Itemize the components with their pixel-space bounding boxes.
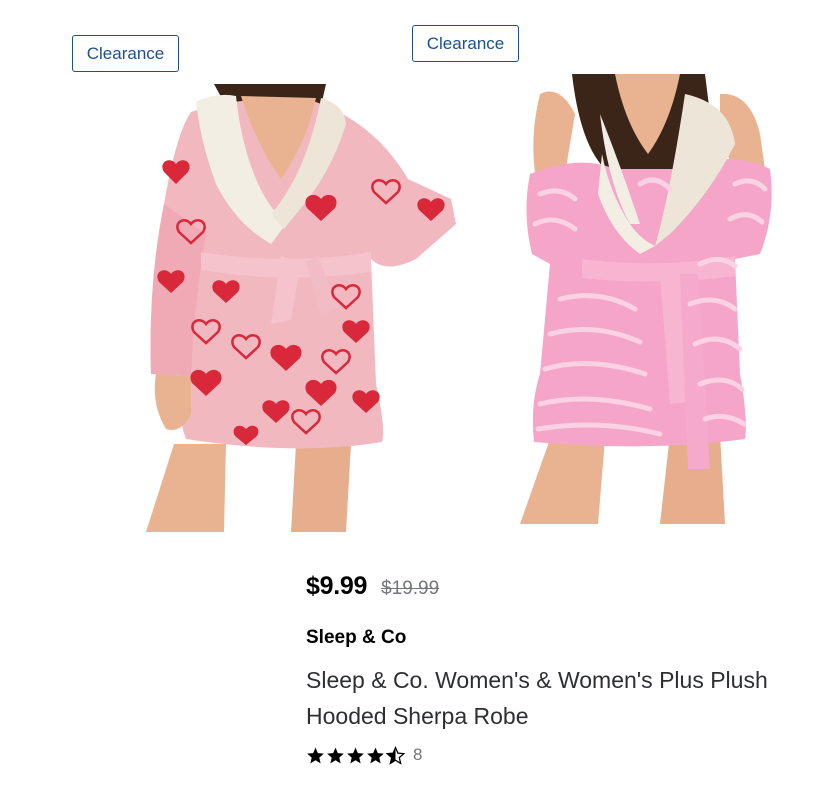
star-icon [367,747,384,763]
clearance-badge: Clearance [412,25,519,62]
product-image-heart-robe[interactable] [146,84,466,532]
star-icon [347,747,364,763]
clearance-badge: Clearance [72,35,179,72]
was-price: $19.99 [381,578,440,599]
review-count: 8 [413,745,423,764]
star-half-icon [386,745,405,765]
rating: 8 [306,745,422,765]
product-title-link[interactable]: Sleep & Co. Women's & Women's Plus Plush… [306,662,776,734]
current-price: $9.99 [306,572,368,600]
pink-zebra-robe-photo [520,74,772,524]
product-image-zebra-robe[interactable] [520,74,780,524]
star-icon [327,747,344,763]
price-row: $9.99 $19.99 [306,572,439,601]
pink-heart-robe-photo [146,84,457,532]
star-rating [306,745,405,765]
brand-name: Sleep & Co [306,627,407,648]
star-icon [307,747,324,763]
